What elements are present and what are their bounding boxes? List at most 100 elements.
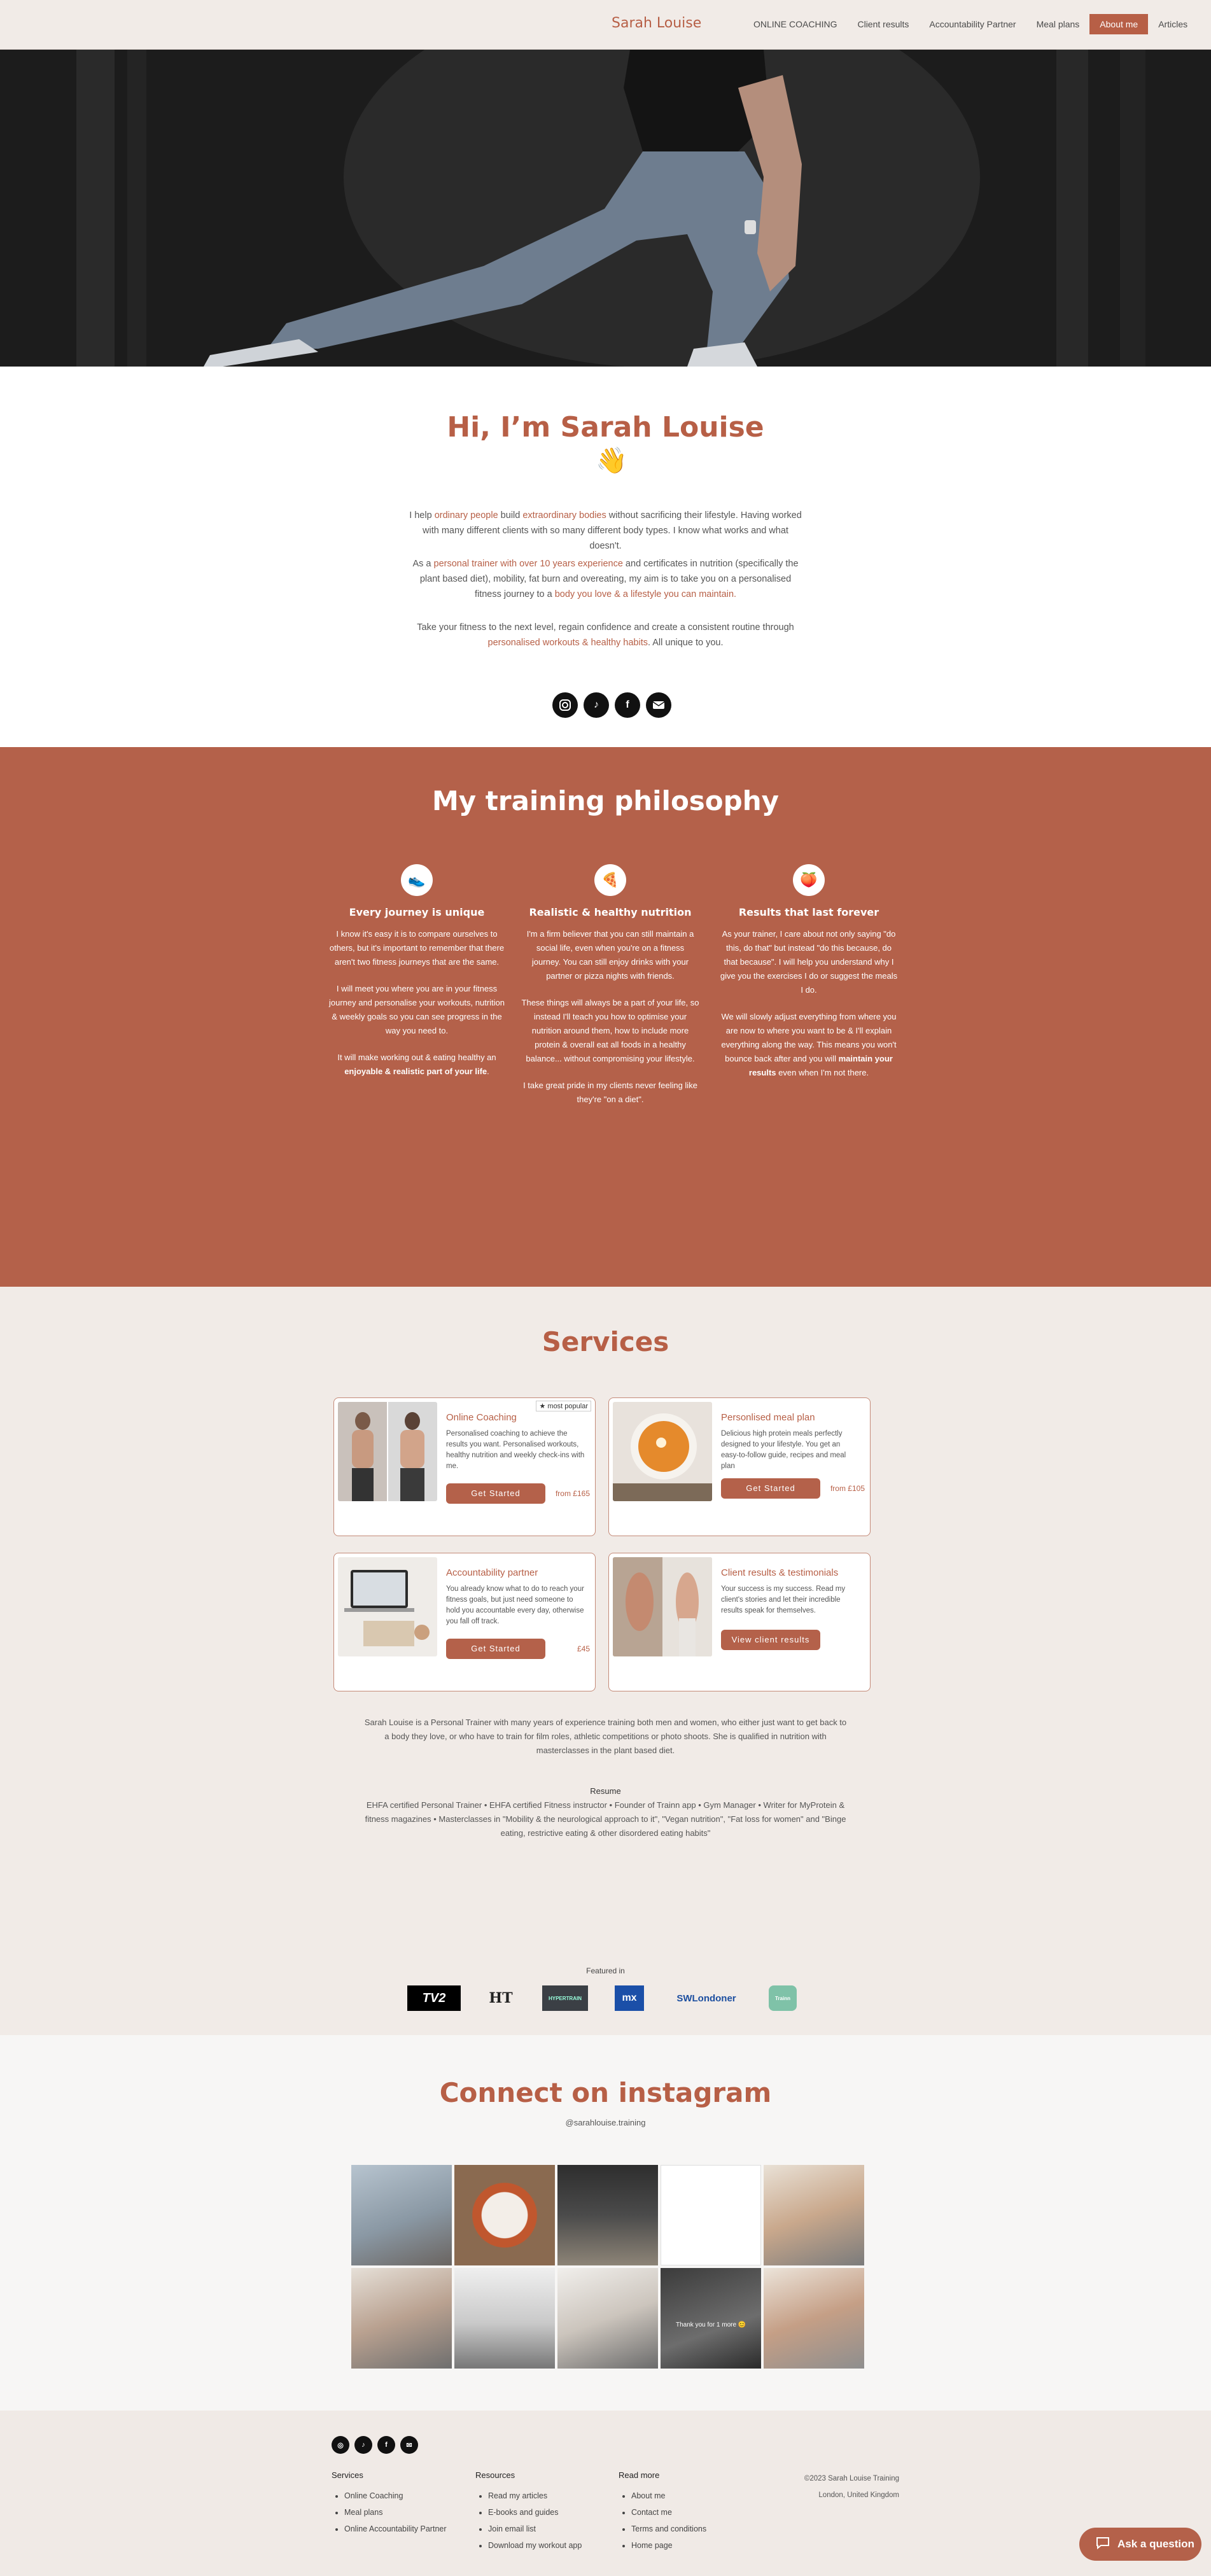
service-card-client-results[interactable]: Client results & testimonials Your succe… <box>608 1553 871 1691</box>
card-title: Accountability partner <box>446 1567 538 1578</box>
card-title: Client results & testimonials <box>721 1567 839 1578</box>
footer-column-services: Services Online Coaching Meal plans Onli… <box>332 2470 447 2537</box>
footer-heading: Read more <box>619 2470 660 2480</box>
shoe-icon: 👟 <box>401 864 433 896</box>
text: As a <box>412 559 434 569</box>
footer-link[interactable]: Download my workout app <box>488 2537 582 2554</box>
logo-ht: HT <box>489 1990 513 2006</box>
service-card-meal-plan[interactable]: Personlised meal plan Delicious high pro… <box>608 1397 871 1536</box>
ask-question-button[interactable]: Ask a question <box>1079 2528 1201 2561</box>
philosophy-column: 🍑 Results that last forever As your trai… <box>720 864 898 1093</box>
featured-logos: TV2 HT HYPERTRAIN mx SWLondoner Trainn <box>407 1985 797 2011</box>
view-client-results-button[interactable]: View client results <box>721 1630 820 1650</box>
card-description: Your success is my success. Read my clie… <box>721 1585 846 1614</box>
column-text: As your trainer, I care about not only s… <box>720 929 898 995</box>
footer-column-read-more: Read more About me Contact me Terms and … <box>619 2470 706 2554</box>
column-heading: Every journey is unique <box>349 906 485 918</box>
resume-title: Resume <box>590 1786 621 1796</box>
column-text: I'm a firm believer that you can still m… <box>526 929 694 981</box>
instagram-post[interactable] <box>764 2268 864 2369</box>
ask-question-label: Ask a question <box>1117 2538 1194 2550</box>
card-description: Delicious high protein meals perfectly d… <box>721 1430 846 1470</box>
resume-text: EHFA certified Personal Trainer • EHFA c… <box>365 1800 846 1838</box>
footer-link[interactable]: Read my articles <box>488 2488 582 2504</box>
instagram-post[interactable] <box>454 2165 555 2265</box>
instagram-post[interactable] <box>351 2268 452 2369</box>
footer-link[interactable]: About me <box>631 2488 706 2504</box>
location-text: London, United Kingdom <box>818 2491 899 2499</box>
intro-section: Hi, I’m Sarah Louise 👋 I help ordinary p… <box>0 367 1211 747</box>
service-card-online-coaching[interactable]: ★ most popular Online Coaching Personali… <box>333 1397 596 1536</box>
nav-meal-plans[interactable]: Meal plans <box>1026 14 1090 34</box>
nav-accountability-partner[interactable]: Accountability Partner <box>919 14 1026 34</box>
footer-link[interactable]: Terms and conditions <box>631 2521 706 2537</box>
footer-link[interactable]: E-books and guides <box>488 2504 582 2521</box>
footer-link[interactable]: Contact me <box>631 2504 706 2521</box>
column-text: I take great pride in my clients never f… <box>523 1081 697 1104</box>
footer-link[interactable]: Online Accountability Partner <box>344 2521 447 2537</box>
nav-online-coaching[interactable]: ONLINE COACHING <box>743 14 847 34</box>
footer-link[interactable]: Home page <box>631 2537 706 2554</box>
text: Take your fitness to the next level, reg… <box>417 622 794 633</box>
nav-about-me[interactable]: About me <box>1089 14 1149 34</box>
logo-mx: mx <box>615 1985 644 2011</box>
chat-bubble-icon <box>1096 2537 1110 2552</box>
social-links: ♪ f <box>552 692 671 718</box>
instagram-post[interactable] <box>661 2165 761 2265</box>
instagram-post[interactable] <box>764 2165 864 2265</box>
main-nav: ONLINE COACHING Client results Accountab… <box>743 14 1198 34</box>
column-text: I know it's easy it is to compare oursel… <box>329 929 505 967</box>
most-popular-badge: ★ most popular <box>536 1401 591 1411</box>
column-text: It will make working out & eating health… <box>328 1051 506 1079</box>
footer-heading: Resources <box>475 2470 515 2480</box>
email-icon[interactable] <box>646 692 671 718</box>
services-section: Services ★ most popular Online Coaching … <box>0 1287 1211 2035</box>
philosophy-section: My training philosophy 👟 Every journey i… <box>0 747 1211 1287</box>
nav-articles[interactable]: Articles <box>1148 14 1198 34</box>
instagram-post[interactable] <box>557 2165 658 2265</box>
tiktok-icon[interactable]: ♪ <box>354 2436 372 2454</box>
site-footer: ◎ ♪ f ✉ Services Online Coaching Meal pl… <box>0 2411 1211 2576</box>
laptop-photo <box>338 1557 437 1656</box>
featured-in-label: Featured in <box>586 1966 625 1975</box>
text: . <box>487 1067 489 1076</box>
site-logo[interactable]: Sarah Louise <box>612 15 701 31</box>
highlight-text: extraordinary bodies <box>522 510 606 521</box>
tiktok-icon[interactable]: ♪ <box>584 692 609 718</box>
text: It will make working out & eating health… <box>337 1053 496 1062</box>
page-title: Hi, I’m Sarah Louise <box>447 411 764 444</box>
instagram-icon[interactable] <box>552 692 578 718</box>
logo-trainn: Trainn <box>769 1985 797 2011</box>
column-heading: Results that last forever <box>738 906 879 918</box>
nav-client-results[interactable]: Client results <box>847 14 919 34</box>
card-description: You already know what to do to reach you… <box>446 1585 584 1625</box>
get-started-button[interactable]: Get Started <box>446 1483 545 1504</box>
instagram-post[interactable] <box>454 2268 555 2369</box>
get-started-button[interactable]: Get Started <box>446 1639 545 1659</box>
instagram-post[interactable] <box>351 2165 452 2265</box>
text: I help <box>409 510 435 521</box>
instagram-handle[interactable]: @sarahlouise.training <box>0 2118 1211 2127</box>
instagram-icon[interactable]: ◎ <box>332 2436 349 2454</box>
philosophy-title: My training philosophy <box>431 785 779 816</box>
facebook-icon[interactable]: f <box>615 692 640 718</box>
footer-link[interactable]: Meal plans <box>344 2504 447 2521</box>
footer-link[interactable]: Join email list <box>488 2521 582 2537</box>
footer-heading: Services <box>332 2470 363 2480</box>
footer-copyright: ©2023 Sarah Louise Training London, Unit… <box>789 2470 899 2503</box>
instagram-post[interactable] <box>557 2268 658 2369</box>
get-started-button[interactable]: Get Started <box>721 1478 820 1499</box>
service-card-accountability-partner[interactable]: Accountability partner You already know … <box>333 1553 596 1691</box>
highlight-text: personalised workouts & healthy habits <box>487 638 648 648</box>
post-caption: Thank you for 1 more 😊 <box>676 2321 746 2328</box>
logo-hypertrain: HYPERTRAIN <box>542 1985 588 2011</box>
instagram-post[interactable]: Thank you for 1 more 😊 <box>661 2268 761 2369</box>
card-price: from £105 <box>830 1484 865 1493</box>
peach-icon: 🍑 <box>793 864 825 896</box>
bio-text: Sarah Louise is a Personal Trainer with … <box>364 1718 847 1755</box>
footer-link[interactable]: Online Coaching <box>344 2488 447 2504</box>
email-icon[interactable]: ✉ <box>400 2436 418 2454</box>
soup-photo <box>613 1402 712 1501</box>
column-text: I will meet you where you are in your fi… <box>328 984 505 1035</box>
facebook-icon[interactable]: f <box>377 2436 395 2454</box>
